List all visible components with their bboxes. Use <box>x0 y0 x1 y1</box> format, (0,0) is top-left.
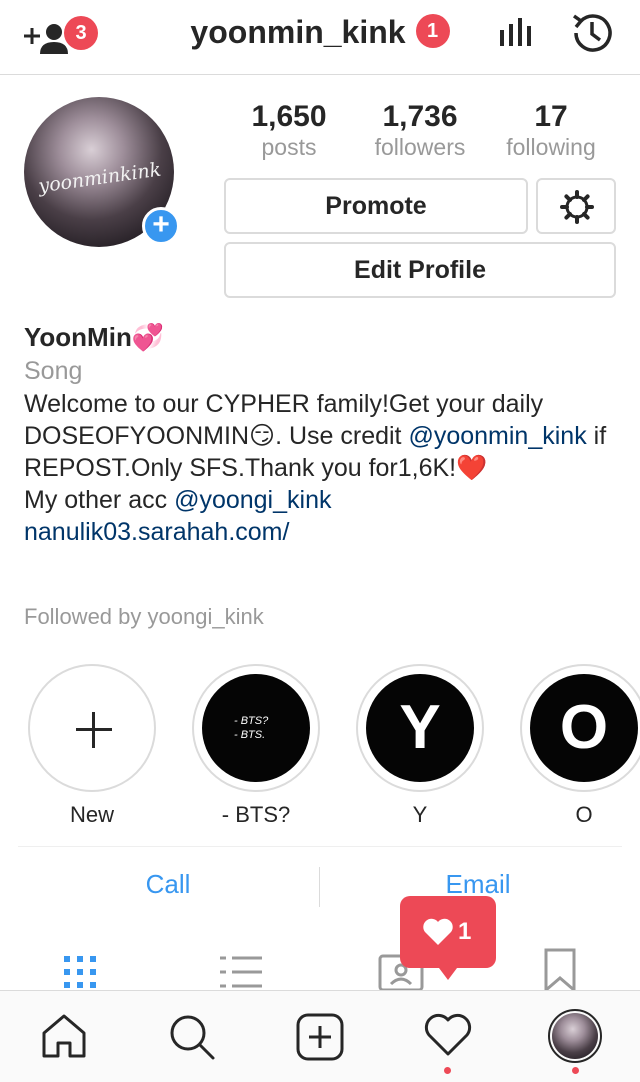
website-link[interactable]: nanulik03.sarahah.com/ <box>24 516 624 548</box>
posts-stat[interactable]: 1,650 posts <box>224 100 354 160</box>
highlight-new[interactable]: New <box>28 664 156 828</box>
new-post-icon[interactable] <box>296 1013 344 1061</box>
highlight-label: New <box>69 802 114 827</box>
other-account-line: My other acc @yoongi_kink <box>24 484 624 516</box>
avatar-watermark: yoonminkink <box>37 158 163 198</box>
display-name: YoonMin💞 <box>24 322 165 352</box>
insights-icon[interactable] <box>498 16 534 48</box>
activity-notification-popup[interactable]: 1 <box>400 896 496 980</box>
posts-label: posts <box>261 134 317 160</box>
followed-by-text[interactable]: Followed by yoongi_kink <box>24 604 264 630</box>
following-count: 17 <box>534 100 568 133</box>
options-button[interactable] <box>536 178 616 234</box>
highlight-ring: O <box>520 664 640 792</box>
cover-line-1: - BTS? <box>234 715 269 727</box>
popup-pointer <box>436 964 460 980</box>
category-label: Song <box>24 357 83 385</box>
mini-avatar-image <box>552 1013 598 1059</box>
following-label: following <box>506 134 596 160</box>
grid-icon[interactable] <box>62 954 98 990</box>
contact-bar: Call Email <box>18 846 622 926</box>
profile-avatar[interactable]: yoonminkink + <box>24 97 180 249</box>
search-icon[interactable] <box>168 1013 216 1061</box>
account-notification-badge: 1 <box>415 13 450 48</box>
new-highlight-ring <box>28 664 156 792</box>
list-icon[interactable] <box>220 954 262 990</box>
highlight-o[interactable]: O O <box>520 664 640 828</box>
activity-count: 1 <box>458 918 472 945</box>
username-title: yoonmin_kink <box>190 14 406 50</box>
profile-avatar-icon[interactable] <box>548 1009 602 1063</box>
archive-clock-icon[interactable] <box>568 10 614 56</box>
home-icon[interactable] <box>40 1013 88 1059</box>
cover-text: - BTS? - BTS. <box>202 674 310 742</box>
edit-profile-button[interactable]: Edit Profile <box>224 242 616 298</box>
highlight-cover: - BTS? - BTS. <box>202 674 310 782</box>
contact-divider <box>319 867 320 907</box>
heart-icon <box>423 918 453 945</box>
followers-count: 1,736 <box>382 100 458 133</box>
account-switcher[interactable]: yoonmin_kink 1 <box>0 13 640 52</box>
cover-line-2: - BTS. <box>234 729 266 741</box>
saved-icon[interactable] <box>544 948 576 992</box>
add-story-plus-icon[interactable]: + <box>142 207 180 245</box>
posts-count: 1,650 <box>251 100 327 133</box>
highlight-ring: Y <box>356 664 484 792</box>
activity-dot <box>444 1067 451 1074</box>
promote-button[interactable]: Promote <box>224 178 528 234</box>
highlight-label: - BTS? <box>221 802 291 827</box>
highlight-cover: O <box>530 674 638 782</box>
profile-bio: YoonMin💞 Song Welcome to our CYPHER fami… <box>24 320 624 548</box>
gear-icon <box>560 190 594 224</box>
bottom-nav-bar <box>0 990 640 1082</box>
highlight-bts[interactable]: - BTS? - BTS. - BTS? <box>192 664 320 828</box>
profile-dot <box>572 1067 579 1074</box>
highlight-cover: Y <box>366 674 474 782</box>
activity-heart-icon[interactable] <box>424 1013 472 1057</box>
followers-stat[interactable]: 1,736 followers <box>355 100 485 160</box>
highlight-label: Y <box>412 802 428 827</box>
highlight-label: O <box>575 802 593 827</box>
other-account-prefix: My other acc <box>24 486 175 514</box>
highlight-y[interactable]: Y Y <box>356 664 484 828</box>
mention-yoongi-kink[interactable]: @yoongi_kink <box>174 486 331 514</box>
top-bar: 3 yoonmin_kink 1 <box>0 0 640 75</box>
mention-yoonmin-kink[interactable]: @yoonmin_kink <box>408 422 586 450</box>
following-stat[interactable]: 17 following <box>486 100 616 160</box>
call-button[interactable]: Call <box>18 869 318 900</box>
bio-text: Welcome to our CYPHER family!Get your da… <box>24 388 624 484</box>
highlight-ring: - BTS? - BTS. <box>192 664 320 792</box>
followers-label: followers <box>374 134 466 160</box>
plus-icon-vertical <box>92 712 95 748</box>
